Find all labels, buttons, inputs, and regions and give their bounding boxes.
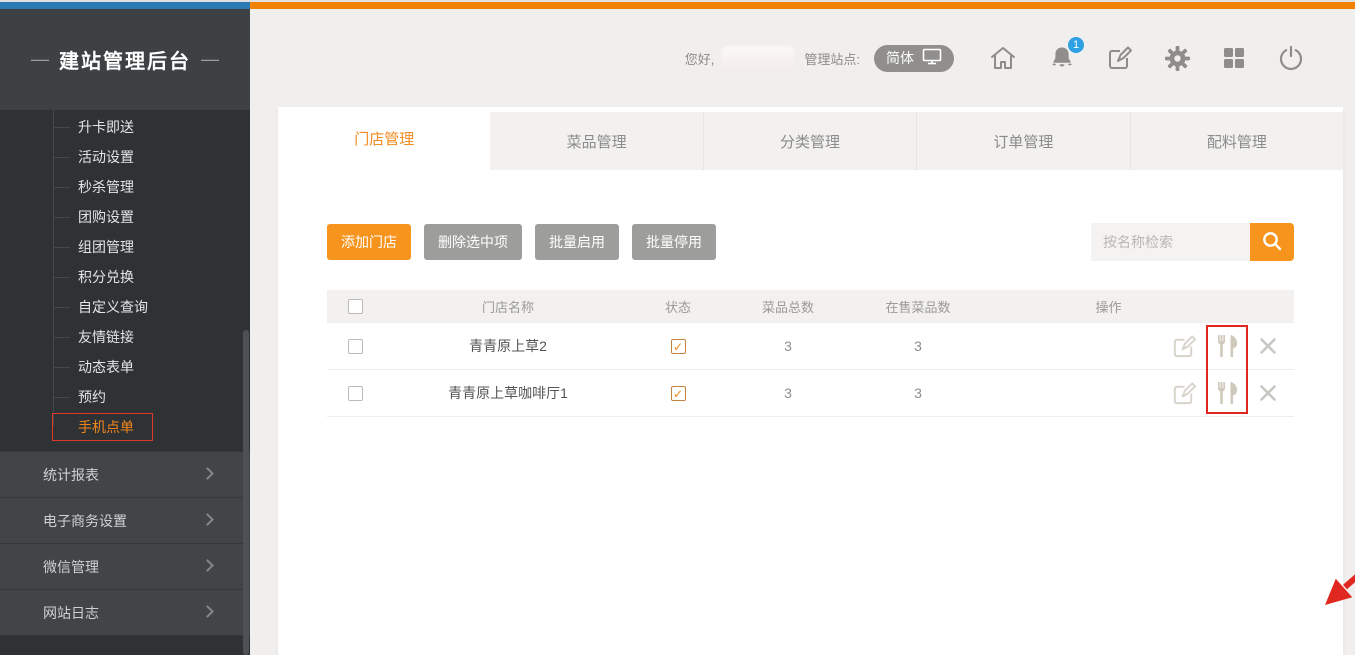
sidebar-item-points-exchange[interactable]: 积分兑换 [0,262,250,292]
status-checkbox[interactable]: ✓ [671,386,686,401]
sidebar-item-groupbuy[interactable]: 团购设置 [0,202,250,232]
store-name: 青青原上草咖啡厅1 [383,383,633,403]
dish-onsale: 3 [853,338,983,354]
delete-selected-button[interactable]: 删除选中项 [424,224,522,260]
sidebar-submenu: 升卡即送 活动设置 秒杀管理 团购设置 组团管理 积分兑换 自定义查询 友情链接… [0,110,250,441]
edit-icon[interactable] [1171,333,1198,360]
sidebar-item-mobile-ordering[interactable]: 手机点单 [52,413,153,441]
delete-x-icon[interactable] [1258,383,1278,403]
batch-enable-button[interactable]: 批量启用 [535,224,619,260]
topbar-orange-segment [250,2,1355,9]
chevron-right-icon [201,605,214,618]
dish-total: 3 [723,338,853,354]
tab-bar: 门店管理 菜品管理 分类管理 订单管理 配料管理 [278,107,1343,170]
fork-knife-icon[interactable] [1213,379,1243,407]
col-header-status: 状态 [633,297,723,316]
col-header-name: 门店名称 [383,297,633,316]
bell-icon[interactable]: 1 [1048,44,1076,72]
select-all-checkbox[interactable] [348,299,363,314]
topbar-blue-segment [0,2,250,9]
table-row: 青青原上草2 ✓ 3 3 [327,323,1294,370]
store-table: 门店名称 状态 菜品总数 在售菜品数 操作 青青原上草2 ✓ 3 3 [327,290,1294,417]
dish-total: 3 [723,385,853,401]
sidebar-item-friend-links[interactable]: 友情链接 [0,322,250,352]
col-header-onsale: 在售菜品数 [853,297,983,316]
sidebar-item-reservation[interactable]: 预约 [0,382,250,412]
sidebar-item-activity-settings[interactable]: 活动设置 [0,142,250,172]
table-header-row: 门店名称 状态 菜品总数 在售菜品数 操作 [327,290,1294,323]
tab-order-management[interactable]: 订单管理 [916,112,1129,170]
sidebar-header: — 建站管理后台 — [0,9,250,110]
tab-category-management[interactable]: 分类管理 [703,112,916,170]
search-button[interactable] [1250,223,1294,261]
sidebar-section-ecommerce[interactable]: 电子商务设置 [0,497,250,543]
language-pill-button[interactable]: 简体 [874,45,954,72]
toolbar: 添加门店 删除选中项 批量启用 批量停用 [327,223,1294,261]
home-icon[interactable] [988,44,1018,72]
compose-icon[interactable] [1106,44,1134,72]
content-card: 门店管理 菜品管理 分类管理 订单管理 配料管理 添加门店 删除选中项 批量启用… [278,107,1343,655]
gear-icon[interactable] [1164,45,1191,72]
title-dash-left: — [31,49,49,70]
table-row: 青青原上草咖啡厅1 ✓ 3 3 [327,370,1294,417]
power-icon[interactable] [1277,44,1305,72]
main-area: 您好, 管理站点: 简体 [250,9,1355,655]
tab-ingredient-management[interactable]: 配料管理 [1130,112,1343,170]
row-checkbox[interactable] [348,386,363,401]
greeting-text: 您好, [685,49,715,68]
tab-dish-management[interactable]: 菜品管理 [490,112,702,170]
edit-icon[interactable] [1171,380,1198,407]
top-color-bar [0,0,1355,9]
search-input[interactable] [1091,223,1250,261]
fork-knife-icon[interactable] [1213,332,1243,360]
main-header: 您好, 管理站点: 简体 [250,9,1355,107]
batch-disable-button[interactable]: 批量停用 [632,224,716,260]
tab-store-management[interactable]: 门店管理 [278,107,490,170]
title-dash-right: — [201,49,219,70]
chevron-right-icon [201,467,214,480]
manage-site-label: 管理站点: [804,49,860,68]
sidebar-item-card-gift[interactable]: 升卡即送 [0,112,250,142]
search-box [1091,223,1294,261]
store-name: 青青原上草2 [383,336,633,356]
app-title: 建站管理后台 [59,45,191,74]
sidebar-section-statistics[interactable]: 统计报表 [0,451,250,497]
notification-badge: 1 [1068,37,1084,53]
add-store-button[interactable]: 添加门店 [327,224,411,260]
card-body: 添加门店 删除选中项 批量启用 批量停用 [278,223,1343,417]
chevron-right-icon [201,513,214,526]
redacted-username [722,46,794,70]
sidebar-item-custom-query[interactable]: 自定义查询 [0,292,250,322]
delete-x-icon[interactable] [1258,336,1278,356]
apps-grid-icon[interactable] [1221,45,1247,71]
sidebar-item-dynamic-forms[interactable]: 动态表单 [0,352,250,382]
sidebar-item-group-manage[interactable]: 组团管理 [0,232,250,262]
status-checkbox[interactable]: ✓ [671,339,686,354]
search-icon [1260,229,1284,256]
sidebar: — 建站管理后台 — 升卡即送 活动设置 秒杀管理 团购设置 组团管理 积分兑换… [0,9,250,655]
sidebar-section-sitelogs[interactable]: 网站日志 [0,589,250,635]
monitor-icon [922,48,942,68]
sidebar-section-wechat[interactable]: 微信管理 [0,543,250,589]
sidebar-item-flashsale[interactable]: 秒杀管理 [0,172,250,202]
sidebar-scrollbar-thumb[interactable] [243,330,249,655]
annotation-red-arrow [1317,539,1355,615]
chevron-right-icon [201,559,214,572]
row-checkbox[interactable] [348,339,363,354]
col-header-ops: 操作 [983,297,1294,316]
dish-onsale: 3 [853,385,983,401]
header-icons: 1 [988,44,1305,72]
sidebar-sections: 统计报表 电子商务设置 微信管理 网站日志 [0,451,250,636]
col-header-total: 菜品总数 [723,297,853,316]
